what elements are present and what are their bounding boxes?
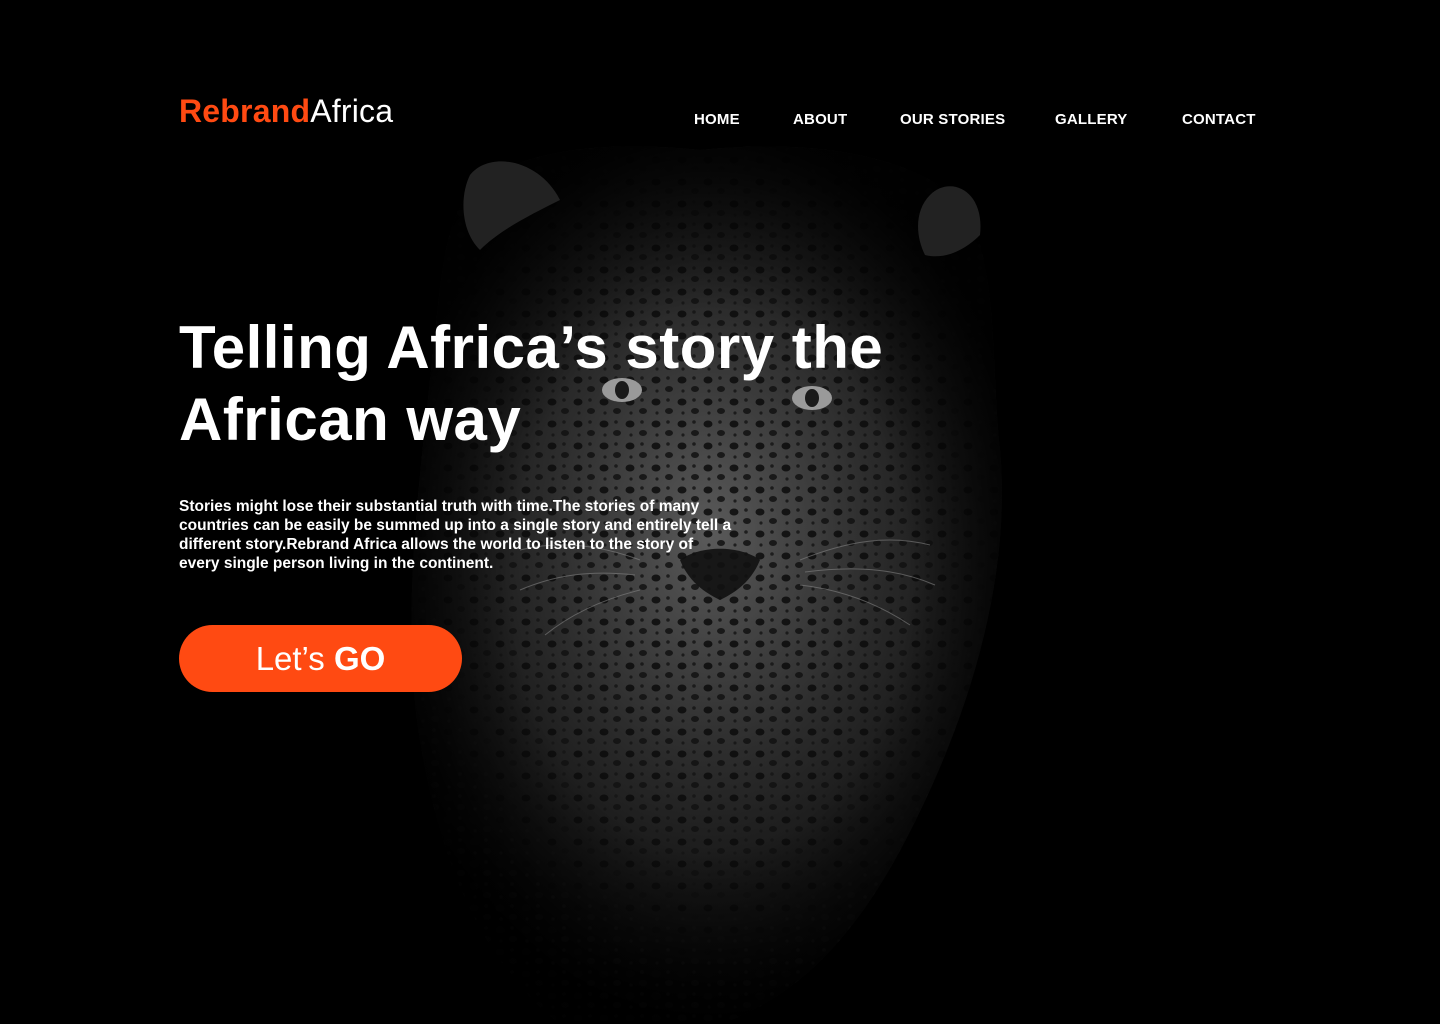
hero-headline: Telling Africa’s story the African way [179,312,1019,456]
intro-line-2: countries can be easily be summed up int… [179,517,732,534]
intro-line-1: Stories might lose their substantial tru… [179,498,700,515]
hero-intro-text: Stories might lose their substantial tru… [179,497,819,573]
nav-our-stories[interactable]: OUR STORIES [900,110,1005,130]
nav-contact[interactable]: CONTACT [1182,110,1256,130]
main-nav: HOME ABOUT OUR STORIES GALLERY CONTACT [0,110,1440,132]
intro-line-3: different story.Rebrand Africa allows th… [179,536,694,553]
nav-about[interactable]: ABOUT [793,110,847,130]
nav-gallery[interactable]: GALLERY [1055,110,1128,130]
cta-label-light: Let’s [255,640,334,677]
lets-go-button[interactable]: Let’s GO [179,625,462,692]
cta-label-bold: GO [333,640,386,677]
nav-home[interactable]: HOME [694,110,740,130]
headline-line-2: African way [179,386,522,453]
headline-line-1: Telling Africa’s story the [179,314,884,381]
intro-line-4: every single person living in the contin… [179,555,494,572]
